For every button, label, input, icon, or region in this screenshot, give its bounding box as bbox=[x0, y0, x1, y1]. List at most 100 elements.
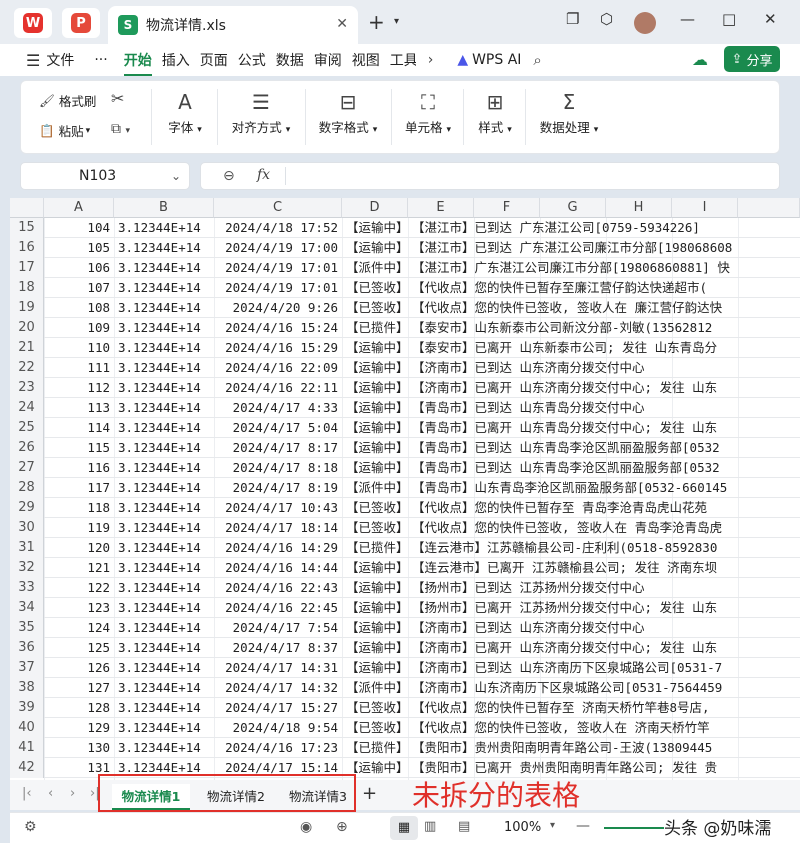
cell-a[interactable]: 127 bbox=[46, 678, 110, 698]
cell-a[interactable]: 112 bbox=[46, 378, 110, 398]
cell-d[interactable]: 【运输中】 bbox=[346, 358, 409, 378]
cell-group[interactable]: ⛶ 单元格 ▾ bbox=[395, 87, 461, 147]
cell-c[interactable]: 2024/4/17 4:33 bbox=[216, 398, 338, 418]
cell-c[interactable]: 2024/4/16 22:43 bbox=[216, 578, 338, 598]
cell-d[interactable]: 【已揽件】 bbox=[346, 538, 409, 558]
name-box[interactable]: N103 ⌄ bbox=[20, 162, 190, 190]
row-number[interactable]: 34 bbox=[10, 598, 44, 618]
cell-c[interactable]: 2024/4/17 14:32 bbox=[216, 678, 338, 698]
close-tab-icon[interactable]: ✕ bbox=[336, 16, 348, 32]
eye-protection-icon[interactable]: ◉ bbox=[300, 819, 312, 835]
cell-c[interactable]: 2024/4/17 7:54 bbox=[216, 618, 338, 638]
style-group[interactable]: ⊞ 样式 ▾ bbox=[467, 87, 523, 147]
cell-b[interactable]: 3.12344E+14 bbox=[118, 538, 214, 558]
row-number[interactable]: 30 bbox=[10, 518, 44, 538]
chevron-down-icon[interactable]: ▾ bbox=[550, 820, 555, 831]
cell-e[interactable]: 【代收点】您的快件已签收, 签收人在 青岛李沧青岛虎 bbox=[412, 518, 722, 538]
cell-c[interactable]: 2024/4/20 9:26 bbox=[216, 298, 338, 318]
column-header-g[interactable]: G bbox=[540, 198, 606, 218]
cell-b[interactable]: 3.12344E+14 bbox=[118, 218, 214, 238]
document-tab[interactable]: S 物流详情.xls ✕ bbox=[108, 6, 358, 44]
cell-b[interactable]: 3.12344E+14 bbox=[118, 398, 214, 418]
hamburger-icon[interactable]: ☰ bbox=[26, 51, 40, 70]
cell-c[interactable]: 2024/4/17 8:37 bbox=[216, 638, 338, 658]
add-sheet-button[interactable]: + bbox=[362, 783, 377, 804]
row-number[interactable]: 27 bbox=[10, 458, 44, 478]
row-number[interactable]: 40 bbox=[10, 718, 44, 738]
cell-e[interactable]: 【湛江市】已到达 广东湛江公司[0759-5934226] bbox=[412, 218, 700, 238]
cell-d[interactable]: 【运输中】 bbox=[346, 438, 409, 458]
cell-a[interactable]: 124 bbox=[46, 618, 110, 638]
search-icon[interactable]: ⌕ bbox=[533, 51, 541, 69]
cell-e[interactable]: 【扬州市】已离开 江苏扬州分拨交付中心; 发往 山东 bbox=[412, 598, 717, 618]
row-number[interactable]: 19 bbox=[10, 298, 44, 318]
cell-a[interactable]: 115 bbox=[46, 438, 110, 458]
select-all-corner[interactable] bbox=[10, 198, 44, 218]
cell-e[interactable]: 【青岛市】山东青岛李沧区凯丽盈服务部[0532-660145 bbox=[412, 478, 727, 498]
menu-home[interactable]: 开始 bbox=[123, 50, 152, 76]
cell-c[interactable]: 2024/4/16 17:23 bbox=[216, 738, 338, 758]
restore-tabs-icon[interactable]: ❐ bbox=[566, 10, 579, 28]
cell-b[interactable]: 3.12344E+14 bbox=[118, 718, 214, 738]
cell-a[interactable]: 116 bbox=[46, 458, 110, 478]
cell-c[interactable]: 2024/4/16 14:29 bbox=[216, 538, 338, 558]
cell-e[interactable]: 【湛江市】广东湛江公司廉江市分部[19806860881] 快 bbox=[412, 258, 730, 278]
cell-e[interactable]: 【代收点】您的快件已签收, 签收人在 廉江营仔韵达快 bbox=[412, 298, 722, 318]
row-number[interactable]: 20 bbox=[10, 318, 44, 338]
cell-a[interactable]: 110 bbox=[46, 338, 110, 358]
avatar[interactable] bbox=[634, 12, 656, 34]
cell-a[interactable]: 123 bbox=[46, 598, 110, 618]
menu-more[interactable]: ··· bbox=[94, 52, 107, 68]
locate-icon[interactable]: ⊕ bbox=[336, 819, 348, 835]
cell-b[interactable]: 3.12344E+14 bbox=[118, 298, 214, 318]
next-sheet-icon[interactable]: › bbox=[70, 786, 75, 801]
cell-b[interactable]: 3.12344E+14 bbox=[118, 358, 214, 378]
cell-a[interactable]: 104 bbox=[46, 218, 110, 238]
chevron-right-icon[interactable]: › bbox=[428, 52, 434, 68]
paste-button[interactable]: 📋 粘贴 ▾ bbox=[39, 121, 90, 140]
row-number[interactable]: 39 bbox=[10, 698, 44, 718]
cell-b[interactable]: 3.12344E+14 bbox=[118, 498, 214, 518]
cell-c[interactable]: 2024/4/17 18:14 bbox=[216, 518, 338, 538]
cell-e[interactable]: 【青岛市】已到达 山东青岛分拨交付中心 bbox=[412, 398, 645, 418]
cell-a[interactable]: 109 bbox=[46, 318, 110, 338]
cell-d[interactable]: 【已签收】 bbox=[346, 298, 409, 318]
cell-a[interactable]: 107 bbox=[46, 278, 110, 298]
page-layout-icon[interactable]: ▥ bbox=[424, 819, 436, 834]
row-number[interactable]: 24 bbox=[10, 398, 44, 418]
cell-c[interactable]: 2024/4/18 9:54 bbox=[216, 718, 338, 738]
cell-d[interactable]: 【运输中】 bbox=[346, 238, 409, 258]
fx-icon[interactable]: fx bbox=[257, 167, 270, 183]
cell-c[interactable]: 2024/4/16 22:45 bbox=[216, 598, 338, 618]
cell-b[interactable]: 3.12344E+14 bbox=[118, 678, 214, 698]
macro-icon[interactable]: ⚙ bbox=[24, 819, 37, 835]
menu-insert[interactable]: 插入 bbox=[162, 50, 190, 70]
cell-c[interactable]: 2024/4/19 17:01 bbox=[216, 258, 338, 278]
column-header-j[interactable] bbox=[738, 198, 800, 218]
cell-e[interactable]: 【连云港市】已离开 江苏赣榆县公司; 发往 济南东坝 bbox=[412, 558, 717, 578]
row-number[interactable]: 31 bbox=[10, 538, 44, 558]
cell-e[interactable]: 【青岛市】已到达 山东青岛李沧区凯丽盈服务部[0532 bbox=[412, 458, 720, 478]
cell-e[interactable]: 【连云港市】江苏赣榆县公司-庄利利(0518-8592830 bbox=[412, 538, 717, 558]
row-number[interactable]: 38 bbox=[10, 678, 44, 698]
cell-e[interactable]: 【贵阳市】贵州贵阳南明青年路公司-王波(13809445 bbox=[412, 738, 712, 758]
row-number[interactable]: 28 bbox=[10, 478, 44, 498]
menu-page[interactable]: 页面 bbox=[200, 50, 228, 70]
cell-a[interactable]: 105 bbox=[46, 238, 110, 258]
cell-e[interactable]: 【代收点】您的快件已暂存至廉江营仔韵达快递超市( bbox=[412, 278, 707, 298]
cell-d[interactable]: 【已签收】 bbox=[346, 278, 409, 298]
cell-b[interactable]: 3.12344E+14 bbox=[118, 558, 214, 578]
column-header-a[interactable]: A bbox=[44, 198, 114, 218]
column-header-i[interactable]: I bbox=[672, 198, 738, 218]
row-number[interactable]: 16 bbox=[10, 238, 44, 258]
cell-d[interactable]: 【运输中】 bbox=[346, 458, 409, 478]
column-header-b[interactable]: B bbox=[114, 198, 214, 218]
cell-c[interactable]: 2024/4/17 5:04 bbox=[216, 418, 338, 438]
column-header-e[interactable]: E bbox=[408, 198, 474, 218]
wps-ai-button[interactable]: WPS AI bbox=[472, 52, 521, 68]
formula-input[interactable]: ⊖ fx bbox=[200, 162, 780, 190]
font-group[interactable]: A 字体 ▾ bbox=[157, 87, 213, 147]
cell-e[interactable]: 【济南市】已到达 山东济南历下区泉城路公司[0531-7 bbox=[412, 658, 722, 678]
cell-b[interactable]: 3.12344E+14 bbox=[118, 598, 214, 618]
cell-b[interactable]: 3.12344E+14 bbox=[118, 278, 214, 298]
